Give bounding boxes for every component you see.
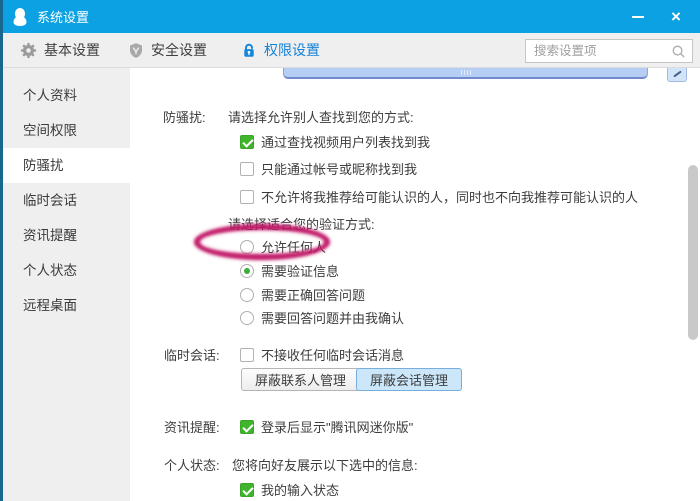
checkbox-row: 登录后显示"腾讯网迷你版" [240, 417, 413, 436]
tab-label: 安全设置 [151, 40, 207, 60]
search-icon [671, 44, 686, 59]
blocked-sessions-button[interactable]: 屏蔽会话管理 [356, 368, 462, 391]
window-left-border [0, 0, 3, 501]
settings-window: 系统设置 × 基本设置 [0, 0, 700, 501]
sidebar-item-temp-session[interactable]: 临时会话 [3, 183, 130, 218]
find-method-prompt: 请选择允许别人查找到您的方式: [228, 107, 414, 126]
sidebar-item-personal-status[interactable]: 个人状态 [3, 253, 130, 288]
section-label-news-alert: 资讯提醒: [164, 417, 220, 436]
radio-row: 需要验证信息 [240, 261, 339, 280]
radio-row: 需要正确回答问题 [240, 285, 365, 304]
checkbox-label: 我的输入状态 [261, 480, 339, 499]
sidebar-item-space-permission[interactable]: 空间权限 [3, 113, 130, 148]
checkbox[interactable] [240, 420, 254, 434]
sidebar-item-profile[interactable]: 个人资料 [3, 78, 130, 113]
settings-content: 防骚扰: 请选择允许别人查找到您的方式: 通过查找视频用户列表找到我 只能通过帐… [130, 68, 700, 501]
checkbox-row: 不允许将我推荐给可能认识的人，同时也不向我推荐可能认识的人 [240, 187, 638, 206]
radio-button[interactable] [240, 311, 254, 325]
checkbox-row: 通过查找视频用户列表找到我 [240, 132, 430, 151]
radio-label: 需要正确回答问题 [261, 285, 365, 304]
minimize-icon [632, 16, 644, 18]
radio-button[interactable] [240, 240, 254, 254]
scrollbar-grip [461, 70, 471, 75]
scroll-corner-button[interactable] [667, 68, 687, 82]
tab-security-settings[interactable]: 安全设置 [128, 40, 207, 60]
shield-icon [128, 42, 144, 59]
vertical-scrollbar-thumb[interactable] [688, 165, 698, 340]
checkbox[interactable] [240, 483, 254, 497]
radio-label: 需要回答问题并由我确认 [261, 308, 404, 327]
section-label-temp-session: 临时会话: [164, 345, 220, 364]
gear-icon [20, 42, 37, 59]
radio-label: 需要验证信息 [261, 261, 339, 280]
lock-icon [241, 42, 257, 59]
close-icon: × [671, 8, 681, 25]
horizontal-scrollbar-partial[interactable] [283, 68, 648, 79]
radio-label: 允许任何人 [261, 237, 326, 256]
radio-button[interactable] [240, 288, 254, 302]
verify-method-prompt: 请选择适合您的验证方式: [228, 214, 375, 233]
tab-label: 基本设置 [44, 40, 100, 60]
section-label-anti-harassment: 防骚扰: [163, 107, 206, 126]
radio-row: 需要回答问题并由我确认 [240, 308, 404, 327]
blocked-contacts-button[interactable]: 屏蔽联系人管理 [241, 368, 360, 391]
checkbox-row: 不接收任何临时会话消息 [240, 345, 404, 364]
checkbox[interactable] [240, 135, 254, 149]
checkbox-label: 登录后显示"腾讯网迷你版" [261, 417, 413, 436]
settings-sidebar: 个人资料 空间权限 防骚扰 临时会话 资讯提醒 个人状态 远程桌面 [3, 68, 130, 501]
checkbox-row: 只能通过帐号或昵称找到我 [240, 159, 417, 178]
checkbox-label: 通过查找视频用户列表找到我 [261, 132, 430, 151]
sidebar-item-news-alert[interactable]: 资讯提醒 [3, 218, 130, 253]
tab-permission-settings[interactable]: 权限设置 [241, 40, 320, 60]
sidebar-item-anti-harassment[interactable]: 防骚扰 [3, 148, 130, 183]
checkbox[interactable] [240, 348, 254, 362]
personal-status-prompt: 您将向好友展示以下选中的信息: [232, 455, 418, 474]
checkbox[interactable] [240, 190, 254, 204]
qq-penguin-icon [10, 7, 30, 27]
slant-icon [673, 71, 682, 78]
search-input[interactable] [526, 44, 671, 58]
sidebar-item-remote-desktop[interactable]: 远程桌面 [3, 288, 130, 323]
radio-button[interactable] [240, 264, 254, 278]
checkbox[interactable] [240, 162, 254, 176]
tab-basic-settings[interactable]: 基本设置 [20, 40, 100, 60]
close-button[interactable]: × [664, 7, 688, 27]
checkbox-row: 我的输入状态 [240, 480, 339, 499]
settings-search-box [525, 39, 693, 63]
tab-label: 权限设置 [264, 40, 320, 60]
window-title: 系统设置 [37, 7, 89, 26]
minimize-button[interactable] [626, 7, 650, 27]
radio-row: 允许任何人 [240, 237, 326, 256]
title-bar: 系统设置 × [0, 0, 700, 33]
checkbox-label: 只能通过帐号或昵称找到我 [261, 159, 417, 178]
section-label-personal-status: 个人状态: [164, 455, 220, 474]
checkbox-label: 不允许将我推荐给可能认识的人，同时也不向我推荐可能认识的人 [261, 187, 638, 206]
tab-bar: 基本设置 安全设置 权限设置 [3, 33, 700, 68]
checkbox-label: 不接收任何临时会话消息 [261, 345, 404, 364]
